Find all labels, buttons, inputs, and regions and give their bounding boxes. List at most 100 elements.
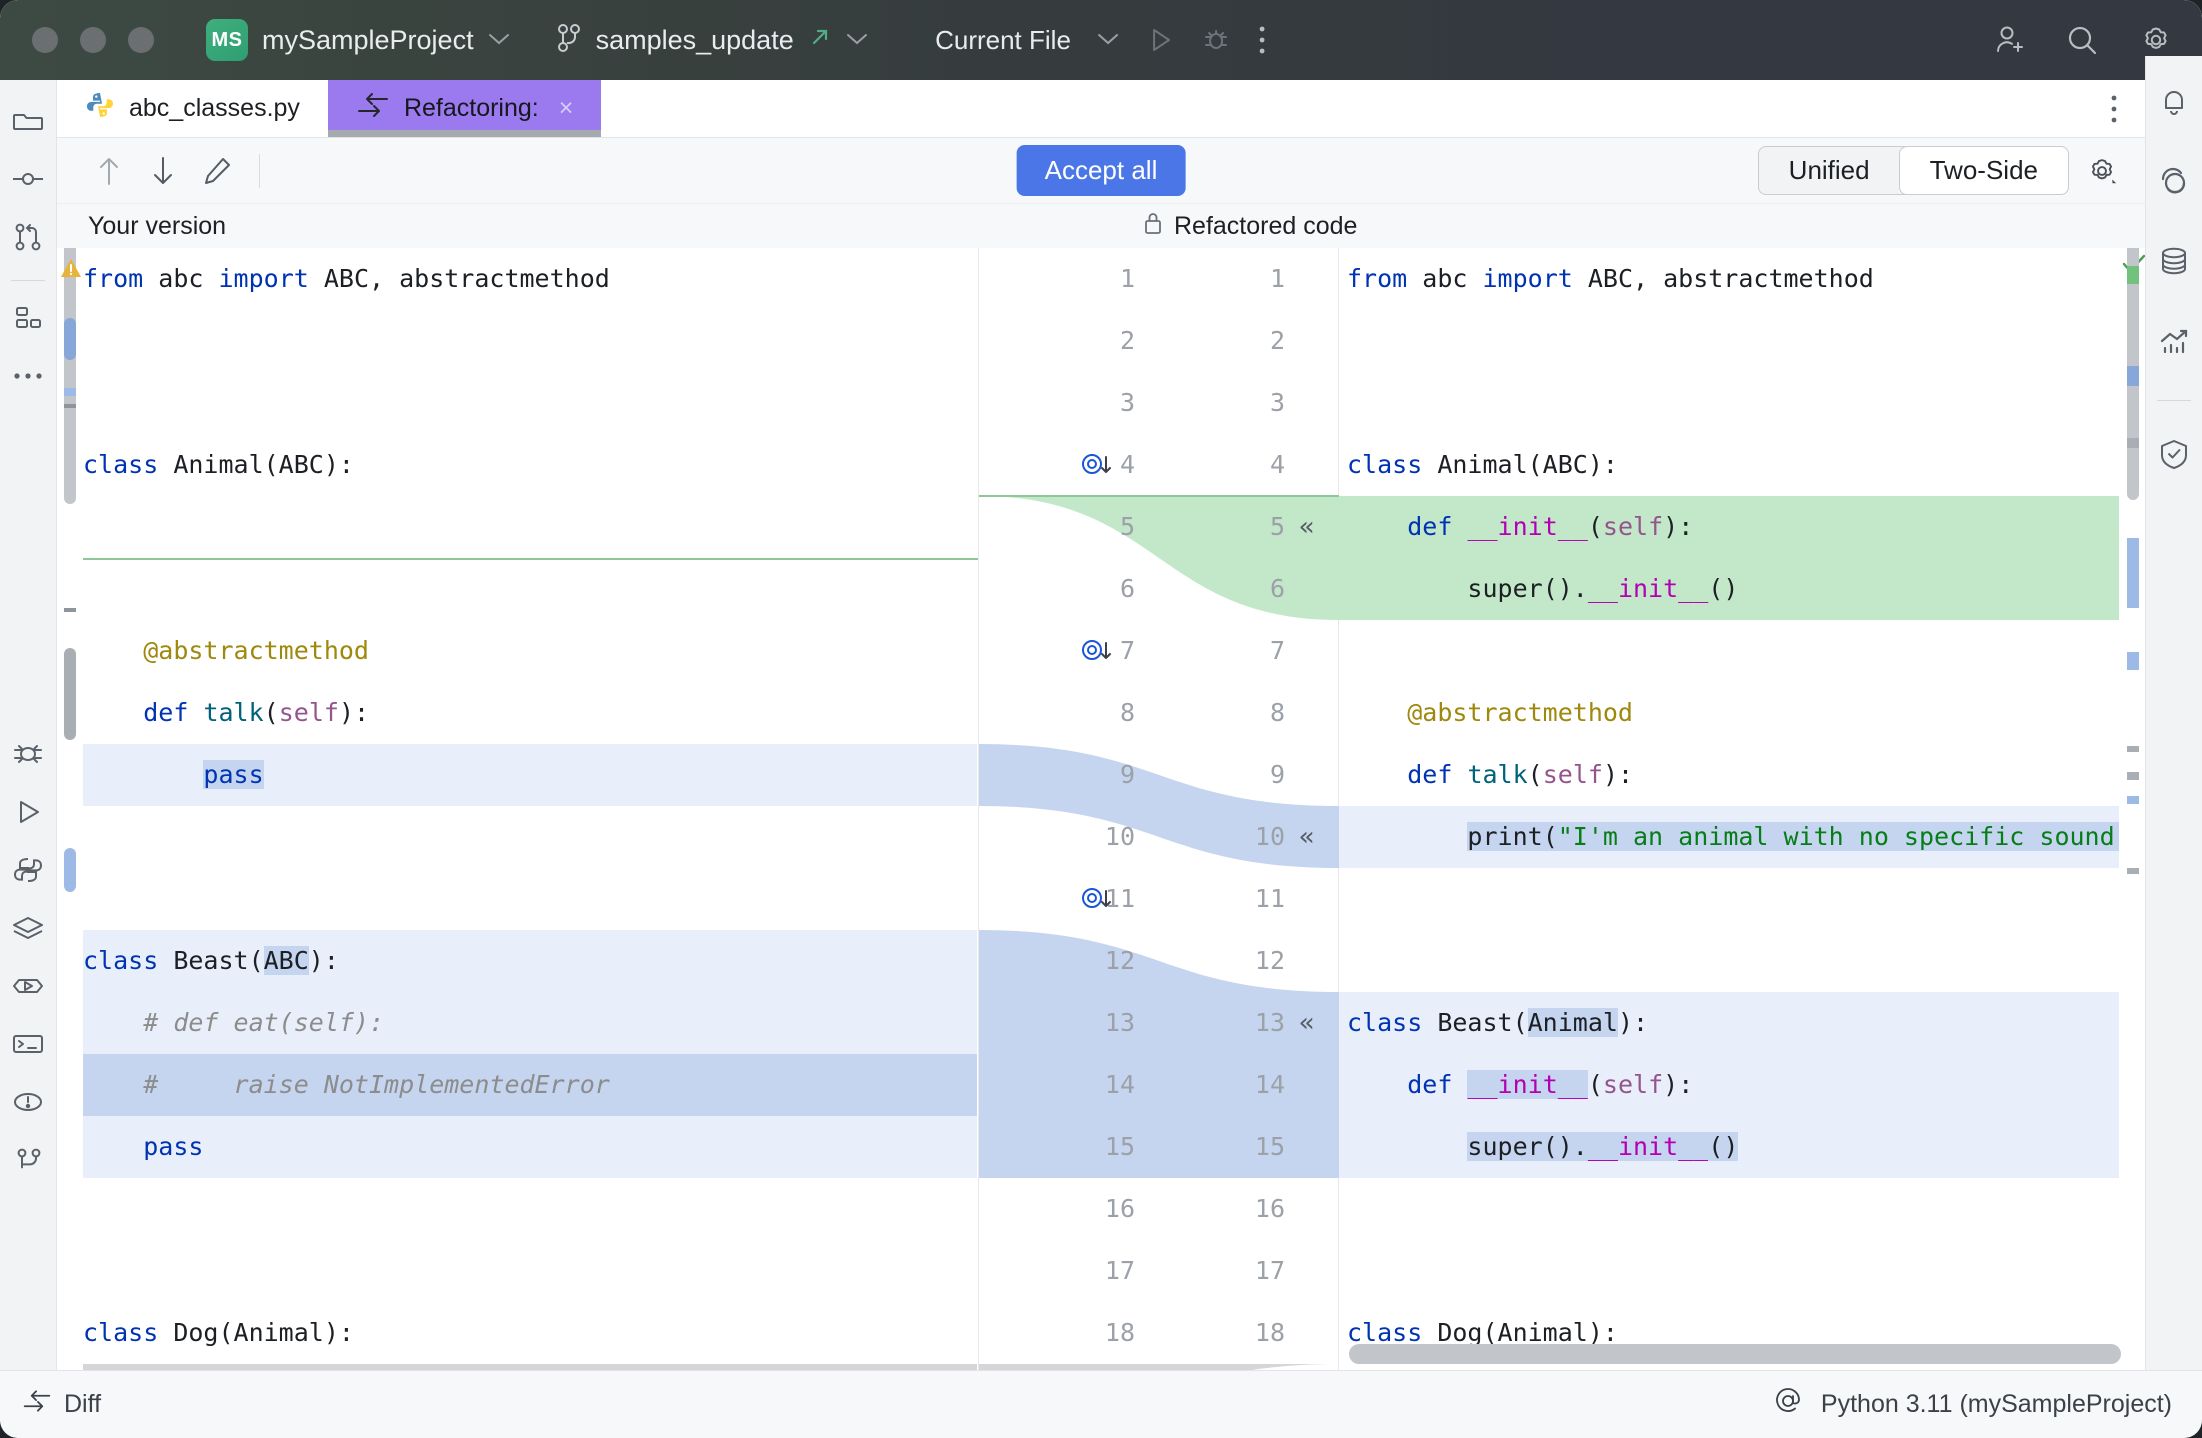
code-token: ( (1588, 1070, 1603, 1099)
target-down-icon[interactable] (1079, 882, 1113, 922)
gutter-row: 22 (979, 310, 1339, 372)
gutter-line-number-left: 15 (979, 1116, 1159, 1178)
right-error-stripe[interactable] (2119, 248, 2145, 1370)
code-line (1347, 868, 2121, 930)
target-down-icon[interactable] (1079, 448, 1113, 488)
left-error-stripe[interactable] (57, 248, 83, 1370)
close-window-button[interactable] (32, 27, 58, 53)
code-line: super().__init__() (1339, 1116, 2121, 1178)
tab-options-more-icon[interactable] (2109, 80, 2145, 137)
refactoring-icon (356, 91, 390, 126)
ai-assistant-icon[interactable] (2151, 158, 2197, 204)
sidebar-item-commit[interactable] (5, 156, 51, 202)
status-diff-group[interactable]: Diff (22, 1388, 101, 1421)
profiler-chart-icon[interactable] (2151, 318, 2197, 364)
maximize-window-button[interactable] (128, 27, 154, 53)
code-token (1347, 1070, 1407, 1099)
code-token: ): (1663, 512, 1693, 541)
project-selector[interactable]: MS mySampleProject (206, 19, 510, 61)
tab-abc-classes-py[interactable]: abc_classes.py (57, 80, 328, 137)
close-icon[interactable]: × (559, 94, 574, 123)
tab-refactoring[interactable]: Refactoring: × (328, 80, 601, 137)
right-marker-grey4 (2127, 868, 2139, 874)
left-code-column[interactable]: from abc import ABC, abstractmethod class… (83, 248, 977, 1370)
branch-chevron-down-icon[interactable] (846, 30, 868, 50)
diff-pane-titles: Your version Refactored code (57, 204, 2145, 248)
right-marker-changed3 (2127, 652, 2139, 670)
diff-settings-gear-icon[interactable] (2085, 154, 2119, 188)
sidebar-item-services[interactable] (5, 905, 51, 951)
apply-change-chevron-icon[interactable]: « (1299, 496, 1315, 558)
gutter-line-number-left: 16 (979, 1178, 1159, 1240)
inspection-ok-icon[interactable] (2121, 252, 2123, 285)
diff-gutter[interactable]: 1122334455«667788991010«111112121313«141… (979, 248, 1339, 1370)
gutter-row: 88 (979, 682, 1339, 744)
tab-label: abc_classes.py (129, 94, 300, 123)
code-line (1347, 372, 2121, 434)
more-vertical-icon[interactable] (1257, 24, 1267, 56)
previous-change-button[interactable] (85, 148, 133, 194)
sidebar-item-debug[interactable] (5, 731, 51, 777)
gutter-row: 99 (979, 744, 1339, 806)
apply-change-chevron-icon[interactable]: « (1299, 992, 1315, 1054)
external-link-icon[interactable] (808, 25, 832, 55)
sidebar-item-project[interactable] (5, 98, 51, 144)
branch-selector[interactable]: samples_update (556, 22, 868, 59)
sidebar-item-run-widget[interactable] (5, 963, 51, 1009)
sidebar-item-terminal[interactable] (5, 1021, 51, 1067)
left-vertical-scrollbar[interactable] (64, 248, 76, 504)
status-interpreter-group[interactable]: Python 3.11 (mySampleProject) (1773, 1386, 2172, 1423)
run-config-chevron-down-icon[interactable] (1097, 30, 1119, 50)
gutter-row: 1010« (979, 806, 1339, 868)
window-controls[interactable] (32, 27, 154, 53)
right-code-column[interactable]: from abc import ABC, abstractmethodclass… (1347, 248, 2121, 1370)
right-marker-grey2 (2127, 746, 2139, 752)
title-bar: MS mySampleProject samples_update (0, 0, 2202, 80)
sidebar-item-structure[interactable] (5, 295, 51, 341)
inspection-warning-icon[interactable] (59, 256, 83, 285)
sidebar-item-run[interactable] (5, 789, 51, 835)
add-user-icon[interactable] (1990, 22, 2026, 58)
right-diff-pane[interactable]: from abc import ABC, abstractmethodclass… (1339, 248, 2145, 1370)
sidebar-item-more[interactable] (5, 353, 51, 399)
sidebar-item-problems[interactable] (5, 1079, 51, 1125)
code-token: ): (309, 946, 339, 975)
right-horizontal-scrollbar[interactable] (1349, 1344, 2121, 1364)
notifications-bell-icon[interactable] (2151, 78, 2197, 124)
next-change-button[interactable] (139, 148, 187, 194)
sidebar-item-version-control[interactable] (5, 1137, 51, 1183)
gutter-row: 1515 (979, 1116, 1339, 1178)
sidebar-divider (11, 280, 45, 281)
left-diff-pane[interactable]: from abc import ABC, abstractmethod class… (57, 248, 979, 1370)
code-line: from abc import ABC, abstractmethod (83, 248, 977, 310)
run-configuration-selector[interactable]: Current File (935, 25, 1071, 56)
view-mode-two-side[interactable]: Two-Side (1900, 147, 2068, 194)
code-token (83, 1008, 143, 1037)
code-token: import (1482, 264, 1587, 293)
run-icon[interactable] (1145, 25, 1175, 55)
edit-button[interactable] (193, 148, 241, 194)
sidebar-item-python-packages[interactable] (5, 847, 51, 893)
code-token: abc (1422, 264, 1482, 293)
accept-all-button[interactable]: Accept all (1017, 145, 1186, 196)
sidebar-item-pull-requests[interactable] (5, 214, 51, 260)
gutter-line-number-right: 1 (1165, 248, 1285, 310)
database-icon[interactable] (2151, 238, 2197, 284)
code-token: from (1347, 264, 1422, 293)
code-token: ): (1603, 760, 1633, 789)
code-token: class (83, 450, 173, 479)
search-icon[interactable] (2064, 22, 2100, 58)
at-icon (1773, 1386, 1803, 1423)
gear-icon[interactable] (2138, 22, 2174, 58)
code-token (1347, 822, 1467, 851)
view-mode-toggle[interactable]: Unified Two-Side (1758, 146, 2069, 195)
minimize-window-button[interactable] (80, 27, 106, 53)
code-token: ): (1618, 1008, 1648, 1037)
apply-change-chevron-icon[interactable]: « (1299, 806, 1315, 868)
target-down-icon[interactable] (1079, 634, 1113, 674)
gutter-line-number-left: 4 (979, 434, 1159, 496)
debug-icon[interactable] (1201, 25, 1231, 55)
shield-check-icon[interactable] (2151, 431, 2197, 477)
gutter-row: 1212 (979, 930, 1339, 992)
view-mode-unified[interactable]: Unified (1759, 147, 1900, 194)
